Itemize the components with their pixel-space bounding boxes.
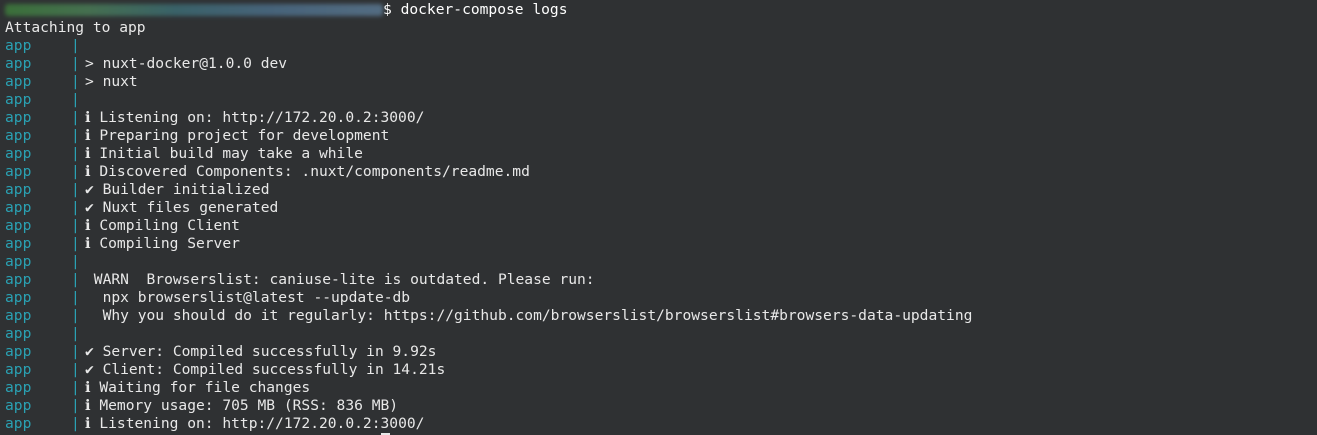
prompt-line: $ docker-compose logs bbox=[5, 0, 1317, 19]
separator: | bbox=[71, 55, 80, 72]
separator: | bbox=[71, 163, 80, 180]
log-message: ℹ Discovered Components: .nuxt/component… bbox=[85, 163, 530, 180]
service-name: app bbox=[5, 199, 32, 216]
separator: | bbox=[71, 325, 80, 342]
log-line: app | ℹ Compiling Server bbox=[5, 235, 1317, 253]
separator: | bbox=[71, 361, 80, 378]
log-line: app | bbox=[5, 325, 1317, 343]
separator: | bbox=[71, 397, 80, 414]
log-line: app | ℹ Memory usage: 705 MB (RSS: 836 MB) bbox=[5, 397, 1317, 415]
separator: | bbox=[71, 217, 80, 234]
service-name: app bbox=[5, 217, 32, 234]
log-line: app | ℹ Listening on: http://172.20.0.2:30… bbox=[5, 415, 1317, 435]
log-line: app | bbox=[5, 91, 1317, 109]
log-message: ℹ Compiling Client bbox=[85, 217, 240, 234]
separator: | bbox=[71, 307, 80, 324]
service-name: app bbox=[5, 307, 32, 324]
log-line: app | ℹ Compiling Client bbox=[5, 217, 1317, 235]
log-line: app | bbox=[5, 37, 1317, 55]
log-message: ℹ Compiling Server bbox=[85, 235, 240, 252]
log-line: app | ✔ Builder initialized bbox=[5, 181, 1317, 199]
separator: | bbox=[71, 181, 80, 198]
log-line: app | ✔ Client: Compiled successfully in 1… bbox=[5, 361, 1317, 379]
log-line: app | Why you should do it regularly: htt… bbox=[5, 307, 1317, 325]
service-name: app bbox=[5, 127, 32, 144]
service-name: app bbox=[5, 109, 32, 126]
separator: | bbox=[71, 379, 80, 396]
log-message: ℹ Initial build may take a while bbox=[85, 145, 363, 162]
service-name: app bbox=[5, 289, 32, 306]
log-line: app | > nuxt-docker@1.0.0 dev bbox=[5, 55, 1317, 73]
service-name: app bbox=[5, 73, 32, 90]
service-name: app bbox=[5, 235, 32, 252]
log-message: Why you should do it regularly: https://… bbox=[85, 307, 973, 324]
separator: | bbox=[71, 37, 80, 54]
log-message: npx browserslist@latest --update-db bbox=[85, 289, 411, 306]
log-line: app | bbox=[5, 253, 1317, 271]
log-line: app | npx browserslist@latest --update-db bbox=[5, 289, 1317, 307]
log-message: > nuxt bbox=[85, 73, 138, 90]
service-name: app bbox=[5, 163, 32, 180]
separator: | bbox=[71, 73, 80, 90]
separator: | bbox=[71, 235, 80, 252]
log-message: ✔ Client: Compiled successfully in 14.21… bbox=[85, 361, 446, 378]
log-line: app | ℹ Waiting for file changes bbox=[5, 379, 1317, 397]
log-message: > nuxt-docker@1.0.0 dev bbox=[85, 55, 288, 72]
log-message: ℹ Memory usage: 705 MB (RSS: 836 MB) bbox=[85, 397, 399, 414]
separator: | bbox=[71, 199, 80, 216]
service-name: app bbox=[5, 37, 32, 54]
log-message: ℹ Listening on: http://172.20.0.2:3000/ bbox=[85, 415, 424, 435]
prompt-command: $ docker-compose logs bbox=[383, 1, 568, 18]
service-name: app bbox=[5, 145, 32, 162]
service-name: app bbox=[5, 415, 32, 432]
terminal-window[interactable]: $ docker-compose logs Attaching to app a… bbox=[0, 0, 1317, 435]
log-line: app | ℹ Initial build may take a while bbox=[5, 145, 1317, 163]
log-line: app | ✔ Nuxt files generated bbox=[5, 199, 1317, 217]
log-message: ✔ Nuxt files generated bbox=[85, 199, 279, 216]
separator: | bbox=[71, 415, 80, 432]
log-message: ✔ Server: Compiled successfully in 9.92s bbox=[85, 343, 437, 360]
separator: | bbox=[71, 145, 80, 162]
service-name: app bbox=[5, 91, 32, 108]
separator: | bbox=[71, 271, 80, 288]
service-name: app bbox=[5, 253, 32, 270]
log-line: app | ℹ Discovered Components: .nuxt/compo… bbox=[5, 163, 1317, 181]
service-name: app bbox=[5, 379, 32, 396]
separator: | bbox=[71, 91, 80, 108]
service-name: app bbox=[5, 343, 32, 360]
separator: | bbox=[71, 127, 80, 144]
log-line: app | ℹ Preparing project for development bbox=[5, 127, 1317, 145]
service-name: app bbox=[5, 397, 32, 414]
separator: | bbox=[71, 253, 80, 270]
attach-line: Attaching to app bbox=[5, 19, 146, 36]
service-name: app bbox=[5, 325, 32, 342]
separator: | bbox=[71, 289, 80, 306]
separator: | bbox=[71, 343, 80, 360]
log-line: app | ✔ Server: Compiled successfully in 9… bbox=[5, 343, 1317, 361]
log-message: ✔ Builder initialized bbox=[85, 181, 270, 198]
service-name: app bbox=[5, 361, 32, 378]
service-name: app bbox=[5, 181, 32, 198]
log-message: ℹ Preparing project for development bbox=[85, 127, 390, 144]
separator: | bbox=[71, 109, 80, 126]
log-message: ℹ Waiting for file changes bbox=[85, 379, 311, 396]
service-name: app bbox=[5, 271, 32, 288]
log-line: app | ℹ Listening on: http://172.20.0.2:30… bbox=[5, 109, 1317, 127]
blurred-user-host bbox=[5, 4, 383, 16]
log-line: app | WARN Browserslist: caniuse-lite is … bbox=[5, 271, 1317, 289]
log-line: app | > nuxt bbox=[5, 73, 1317, 91]
log-message: ℹ Listening on: http://172.20.0.2:3000/ bbox=[85, 109, 425, 126]
service-name: app bbox=[5, 55, 32, 72]
log-message: WARN Browserslist: caniuse-lite is outda… bbox=[85, 271, 595, 288]
log-output: app | app | > nuxt-docker@1.0.0 dev app | > nux… bbox=[5, 37, 1317, 435]
